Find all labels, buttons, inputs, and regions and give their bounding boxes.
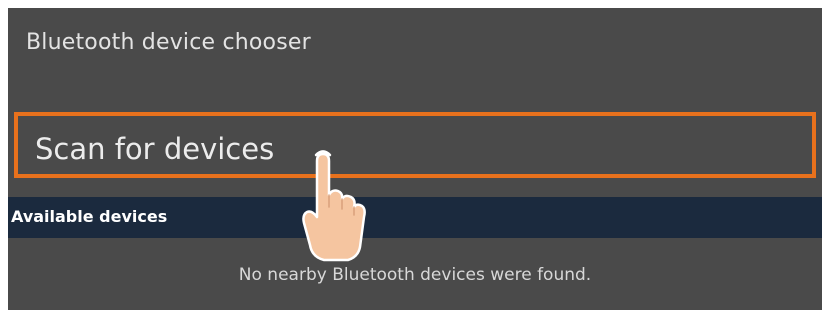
- scan-button-label: Scan for devices: [35, 132, 275, 166]
- bluetooth-device-chooser-dialog: Bluetooth device chooser Scan for device…: [8, 8, 822, 310]
- available-devices-label: Available devices: [11, 207, 168, 226]
- no-devices-message: No nearby Bluetooth devices were found.: [238, 265, 592, 285]
- available-devices-header: Available devices: [8, 197, 822, 238]
- dialog-title: Bluetooth device chooser: [26, 30, 311, 55]
- scan-for-devices-button[interactable]: Scan for devices: [14, 112, 816, 178]
